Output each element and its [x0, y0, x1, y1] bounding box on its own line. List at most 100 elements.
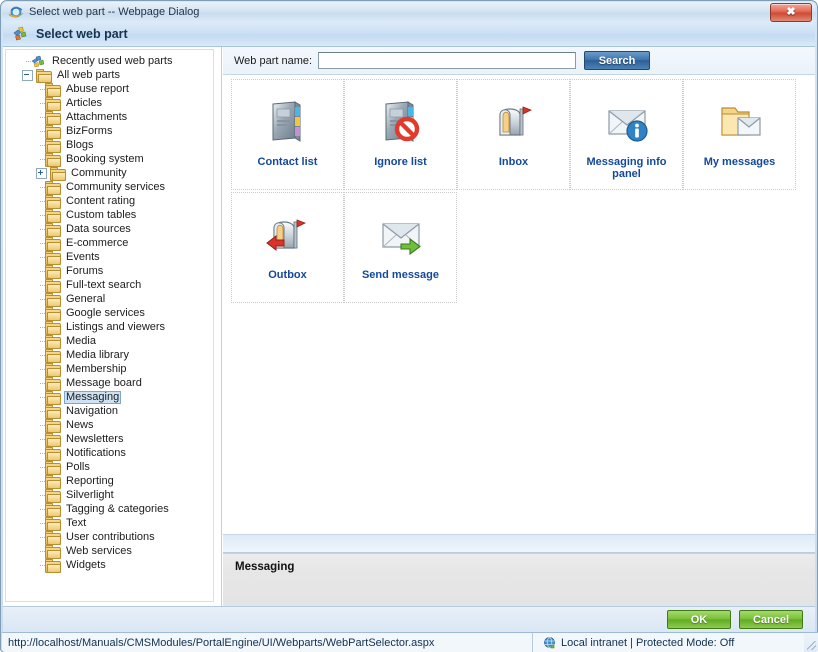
tree-connector [36, 362, 46, 376]
folder-icon [45, 96, 61, 111]
sidebar-item-general[interactable]: General [10, 292, 213, 307]
sidebar-item-abuse-report[interactable]: Abuse report [10, 82, 213, 97]
tree-connector [22, 54, 32, 68]
sidebar-item-e-commerce[interactable]: E-commerce [10, 236, 213, 251]
sidebar-item-articles[interactable]: Articles [10, 96, 213, 111]
folder-icon [45, 446, 61, 461]
webpart-tile-messaging-info-panel[interactable]: Messaging info panel [570, 79, 683, 190]
sidebar-item-label: Custom tables [66, 208, 137, 221]
tree-connector [36, 222, 46, 236]
sidebar-item-label: Recently used web parts [52, 54, 173, 67]
sidebar-item-blogs[interactable]: Blogs [10, 138, 213, 153]
ok-button[interactable]: OK [667, 610, 731, 629]
folder-icon [45, 404, 61, 419]
sidebar-item-label: Forums [66, 264, 104, 277]
sidebar-item-silverlight[interactable]: Silverlight [10, 488, 213, 503]
folder-icon [45, 460, 61, 475]
sidebar-item-media-library[interactable]: Media library [10, 348, 213, 363]
webpart-tile-label: Ignore list [374, 156, 427, 168]
sidebar-item-polls[interactable]: Polls [10, 460, 213, 475]
sidebar-item-custom-tables[interactable]: Custom tables [10, 208, 213, 223]
sidebar-item-bizforms[interactable]: BizForms [10, 124, 213, 139]
folder-icon [45, 432, 61, 447]
sidebar-item-newsletters[interactable]: Newsletters [10, 432, 213, 447]
webpart-tile-ignore-list[interactable]: Ignore list [344, 79, 457, 190]
sidebar-item-label: E-commerce [66, 236, 129, 249]
sidebar-item-user-contributions[interactable]: User contributions [10, 530, 213, 545]
sidebar-item-reporting[interactable]: Reporting [10, 474, 213, 489]
webpart-tile-inbox[interactable]: Inbox [457, 79, 570, 190]
tree-connector [36, 460, 46, 474]
webpart-tile-outbox[interactable]: Outbox [231, 192, 344, 303]
tree-connector [36, 432, 46, 446]
folder-icon [45, 306, 61, 321]
sidebar-item-data-sources[interactable]: Data sources [10, 222, 213, 237]
sidebar-item-label: Abuse report [66, 82, 129, 95]
sidebar-item-full-text-search[interactable]: Full-text search [10, 278, 213, 293]
tree-connector [36, 348, 46, 362]
title-bar-text: Select web part -- Webpage Dialog [29, 6, 200, 18]
sidebar-item-media[interactable]: Media [10, 334, 213, 349]
sidebar-item-recently-used-web-parts[interactable]: Recently used web parts [10, 54, 213, 68]
sidebar: Recently used web parts All web parts Abus… [3, 47, 222, 606]
close-button[interactable]: ✖ [770, 2, 812, 22]
sidebar-item-message-board[interactable]: Message board [10, 376, 213, 391]
sidebar-item-news[interactable]: News [10, 418, 213, 433]
folder-icon [45, 474, 61, 489]
sidebar-item-notifications[interactable]: Notifications [10, 446, 213, 461]
webpart-tiles-area: Contact list Ignore list Inbox Messaging in… [223, 75, 815, 534]
address-book-blocked-icon [377, 97, 425, 145]
sidebar-item-widgets[interactable]: Widgets [10, 558, 213, 573]
dialog-footer: OK Cancel [3, 606, 815, 632]
sidebar-item-navigation[interactable]: Navigation [10, 404, 213, 419]
tree-connector [36, 446, 46, 460]
sidebar-item-label: All web parts [57, 68, 120, 81]
webpart-category-tree[interactable]: Recently used web parts All web parts Abus… [5, 49, 214, 602]
cancel-button[interactable]: Cancel [739, 610, 803, 629]
sidebar-item-label: Articles [66, 96, 103, 109]
sidebar-item-tagging-categories[interactable]: Tagging & categories [10, 502, 213, 517]
mailbox-outbox-icon [264, 210, 312, 258]
sidebar-item-label: User contributions [66, 530, 155, 543]
tree-connector [36, 124, 46, 138]
collapse-icon[interactable] [22, 69, 33, 81]
dialog-window: Select web part -- Webpage Dialog ✖ Sele… [0, 0, 818, 652]
folder-icon [45, 334, 61, 349]
sidebar-item-google-services[interactable]: Google services [10, 306, 213, 321]
sidebar-item-messaging[interactable]: Messaging [10, 390, 213, 405]
sidebar-item-content-rating[interactable]: Content rating [10, 194, 213, 209]
sidebar-item-community-services[interactable]: Community services [10, 180, 213, 195]
sidebar-item-label: Data sources [66, 222, 131, 235]
expand-icon[interactable] [36, 167, 47, 179]
folder-icon [45, 502, 61, 517]
dialog-header: Select web part [3, 22, 815, 47]
sidebar-item-community[interactable]: Community [10, 166, 213, 181]
title-bar: Select web part -- Webpage Dialog ✖ [2, 2, 816, 22]
sidebar-item-web-services[interactable]: Web services [10, 544, 213, 559]
tree-connector [36, 334, 46, 348]
sidebar-item-booking-system[interactable]: Booking system [10, 152, 213, 167]
search-button[interactable]: Search [584, 51, 651, 70]
sidebar-item-label: BizForms [66, 124, 113, 137]
tree-connector [36, 502, 46, 516]
search-input[interactable] [318, 52, 577, 69]
folder-icon [45, 558, 61, 573]
sidebar-item-label: Navigation [66, 404, 118, 417]
webpart-tile-contact-list[interactable]: Contact list [231, 79, 344, 190]
sidebar-item-forums[interactable]: Forums [10, 264, 213, 279]
tree-connector [36, 390, 46, 404]
sidebar-item-membership[interactable]: Membership [10, 362, 213, 377]
sidebar-item-all-web-parts[interactable]: All web parts [10, 68, 213, 83]
sidebar-item-listings-and-viewers[interactable]: Listings and viewers [10, 320, 213, 335]
webpart-tile-my-messages[interactable]: My messages [683, 79, 796, 190]
resize-grip[interactable] [804, 633, 818, 652]
search-bar: Web part name: Search [223, 47, 815, 75]
sidebar-item-attachments[interactable]: Attachments [10, 110, 213, 125]
sidebar-item-events[interactable]: Events [10, 250, 213, 265]
folder-icon [45, 348, 61, 363]
webpart-tile-send-message[interactable]: Send message [344, 192, 457, 303]
webpart-tile-label: Send message [361, 269, 440, 281]
tree-connector [36, 278, 46, 292]
sidebar-item-text[interactable]: Text [10, 516, 213, 531]
sidebar-item-label: Attachments [66, 110, 128, 123]
